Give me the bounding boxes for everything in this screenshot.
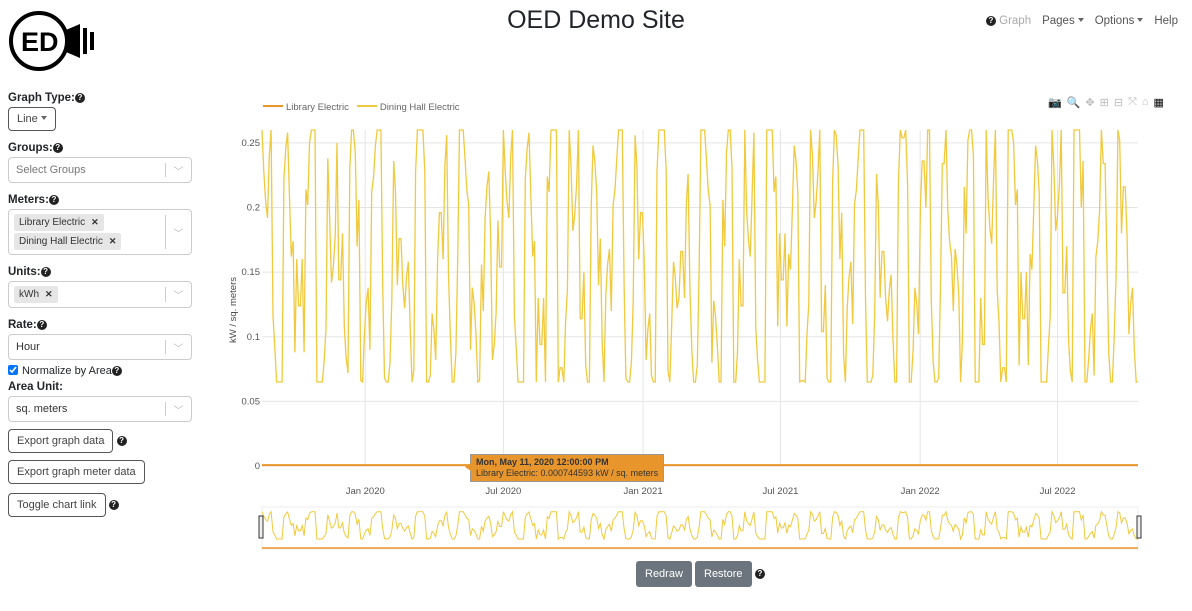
x-tick-label: Jan 2020 (346, 486, 385, 497)
x-tick-label: Jan 2021 (624, 486, 663, 497)
y-axis-label: kW / sq. meters (228, 277, 239, 343)
series-line-dining-hall-electric (261, 129, 1138, 384)
line-chart[interactable]: 0 0.05 0.1 0.15 0.2 0.25 Jan 2020 Jul 2020 Jan 2… (0, 0, 1192, 611)
range-slider-handle-right (1136, 515, 1142, 539)
x-tick-label: Jul 2020 (485, 486, 521, 497)
y-tick-label: 0.1 (247, 332, 260, 343)
redraw-button[interactable]: Redraw (636, 561, 692, 587)
tooltip-text: Library Electric: 0.000744593 kW / sq. m… (476, 468, 659, 478)
x-tick-label: Jul 2021 (763, 486, 799, 497)
y-tick-label: 0 (255, 461, 260, 472)
restore-button[interactable]: Restore (695, 561, 752, 587)
help-icon[interactable]: ? (755, 569, 765, 579)
y-tick-label: 0.2 (247, 203, 260, 214)
x-tick-label: Jan 2022 (901, 486, 940, 497)
y-tick-label: 0.25 (242, 138, 261, 149)
y-tick-label: 0.15 (242, 267, 261, 278)
range-slider-handle-left (258, 515, 264, 539)
hover-tooltip: Mon, May 11, 2020 12:00:00 PM Library Ele… (464, 454, 665, 482)
tooltip-date: Mon, May 11, 2020 12:00:00 PM (476, 457, 609, 467)
x-tick-label: Jul 2022 (1040, 486, 1076, 497)
y-tick-label: 0.05 (242, 396, 261, 407)
